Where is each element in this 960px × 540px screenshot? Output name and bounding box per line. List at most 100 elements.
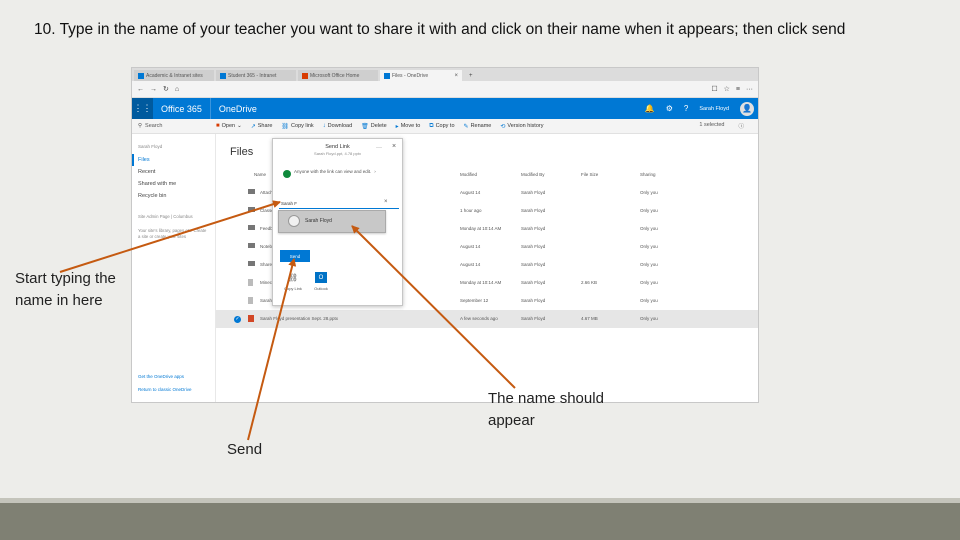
search-box[interactable]: ⚲ Search <box>132 123 216 129</box>
favorite-icon[interactable]: ☆ <box>724 85 730 93</box>
app-launcher-icon[interactable]: ⋮⋮ <box>132 98 153 119</box>
user-name[interactable]: Sarah Floyd <box>699 106 729 112</box>
trash-icon: 🗑 <box>361 123 369 130</box>
address-bar: ← → ↻ ⌂ ☐ ☆ ≡ ··· <box>132 81 758 98</box>
send-button[interactable]: Send <box>280 250 310 262</box>
new-tab-icon[interactable]: + <box>464 70 478 81</box>
folder-icon <box>248 243 255 248</box>
hub-icon[interactable]: ≡ <box>736 86 740 93</box>
download-command[interactable]: ↓ Download <box>323 123 352 129</box>
help-icon[interactable]: ? <box>684 104 688 113</box>
selection-count: 1 selected <box>699 122 725 128</box>
copy-to-command[interactable]: ⧉ Copy to <box>429 123 454 130</box>
browser-tab[interactable]: Microsoft Office Home <box>298 70 378 81</box>
user-avatar[interactable]: 👤 <box>740 101 754 116</box>
nav-files[interactable]: Files <box>132 154 215 166</box>
browser-tab-active[interactable]: Files - OneDrive × <box>380 70 462 81</box>
chevron-right-icon: › <box>374 169 376 174</box>
notification-bell-icon[interactable]: 🔔 <box>645 104 655 113</box>
open-icon: ■ <box>216 123 220 129</box>
slide-footer-bar <box>0 498 960 540</box>
name-suggestion[interactable]: Sarah Floyd <box>278 210 386 233</box>
page-title: Files <box>230 146 254 158</box>
forward-icon[interactable]: → <box>150 86 157 93</box>
document-icon <box>248 279 253 286</box>
delete-command[interactable]: 🗑 Delete <box>361 123 387 130</box>
annotation-send: Send <box>227 441 263 458</box>
history-icon: ⟲ <box>500 123 506 130</box>
clear-input-icon[interactable]: × <box>384 199 388 205</box>
column-file-size[interactable]: File Size <box>581 172 598 177</box>
folder-icon <box>248 261 255 266</box>
column-name[interactable]: Name <box>254 172 266 177</box>
close-icon[interactable]: × <box>392 143 396 150</box>
chevron-down-icon: ⌄ <box>237 123 242 129</box>
page-icon <box>138 72 144 79</box>
dialog-title: Send Link <box>325 144 350 150</box>
share-command[interactable]: ↗ Share <box>251 123 273 130</box>
back-icon[interactable]: ← <box>137 86 144 93</box>
rename-command[interactable]: ✎ Rename <box>464 123 492 130</box>
more-options-icon[interactable]: ··· <box>376 145 382 151</box>
link-permission-setting[interactable]: Anyone with the link can view and edit. › <box>283 169 395 178</box>
url-input[interactable] <box>185 84 705 95</box>
copy-link-option[interactable]: ⛓ Copy Link <box>282 272 304 291</box>
browser-tab-bar: Academic & Intranet sites Student 365 - … <box>132 68 758 81</box>
onedrive-app-name[interactable]: OneDrive <box>209 98 265 119</box>
settings-gear-icon[interactable]: ⚙ <box>666 104 673 113</box>
nav-site-link[interactable]: Site Admin Page | Columbus <box>132 210 215 224</box>
nav-site-note: Your site's library, pages etc. Create a… <box>138 227 207 239</box>
outlook-option[interactable]: O Outlook <box>310 272 332 291</box>
recipient-input[interactable]: Sarah F <box>279 198 399 209</box>
column-modified[interactable]: Modified <box>460 172 477 177</box>
pencil-icon: ✎ <box>463 123 469 130</box>
office365-brand[interactable]: Office 365 <box>153 104 210 114</box>
download-icon: ↓ <box>322 123 326 129</box>
folder-icon <box>248 225 255 230</box>
column-sharing[interactable]: Sharing <box>640 172 656 177</box>
nav-recent[interactable]: Recent <box>132 166 215 178</box>
move-icon: ▸ <box>395 123 399 130</box>
folder-icon <box>248 189 255 194</box>
get-apps-link[interactable]: Get the OneDrive apps <box>138 374 184 379</box>
reading-view-icon[interactable]: ☐ <box>711 85 717 93</box>
table-row-selected[interactable]: ✓ Sarah Floyd presentation Sept. 28.pptx A… <box>216 310 758 328</box>
more-icon[interactable]: ··· <box>746 86 753 93</box>
home-icon[interactable]: ⌂ <box>175 86 179 93</box>
globe-icon <box>283 170 291 178</box>
onedrive-screenshot: Academic & Intranet sites Student 365 - … <box>131 67 759 403</box>
outlook-icon: O <box>315 272 327 283</box>
column-modified-by[interactable]: Modified By <box>521 172 545 177</box>
browser-tab[interactable]: Student 365 - Intranet <box>216 70 296 81</box>
office-suite-bar: ⋮⋮ Office 365 OneDrive 🔔 ⚙ ? Sarah Floyd… <box>132 98 758 119</box>
nav-recycle-bin[interactable]: Recycle bin <box>132 190 215 202</box>
powerpoint-icon <box>248 315 254 322</box>
link-icon: ⛓ <box>281 123 290 130</box>
annotation-name-appear: The name should appear <box>488 390 604 429</box>
info-icon[interactable]: ⓘ <box>738 122 744 130</box>
copy-link-command[interactable]: ⛓ Copy link <box>281 123 313 130</box>
open-command[interactable]: ■ Open ⌄ <box>216 123 242 129</box>
page-icon <box>220 72 226 79</box>
checkmark-icon[interactable]: ✓ <box>234 316 241 323</box>
close-tab-icon[interactable]: × <box>454 73 458 79</box>
move-to-command[interactable]: ▸ Move to <box>396 123 421 130</box>
search-icon: ⚲ <box>138 123 143 129</box>
annotation-type-name: Start typing the name in here <box>15 270 116 309</box>
nav-shared-with-me[interactable]: Shared with me <box>132 178 215 190</box>
version-history-command[interactable]: ⟲ Version history <box>500 123 543 130</box>
folder-icon <box>248 207 255 212</box>
document-icon <box>248 297 253 304</box>
command-bar: ⚲ Search ■ Open ⌄ ↗ Share ⛓ Copy link ↓ Downlo… <box>132 119 758 134</box>
onedrive-icon <box>384 72 390 79</box>
share-icon: ↗ <box>250 123 256 130</box>
copy-icon: ⧉ <box>429 122 434 129</box>
left-navigation: Sarah Floyd Files Recent Shared with me … <box>132 134 216 402</box>
browser-tab[interactable]: Academic & Intranet sites <box>134 70 214 81</box>
slide-title: 10. Type in the name of your teacher you… <box>34 21 846 38</box>
nav-owner: Sarah Floyd <box>138 144 163 149</box>
classic-onedrive-link[interactable]: Return to classic OneDrive <box>138 387 192 392</box>
refresh-icon[interactable]: ↻ <box>163 85 169 93</box>
office-icon <box>302 72 308 79</box>
dialog-subtitle: Sarah Floyd.ppt, 4.78 pptx <box>314 151 361 156</box>
